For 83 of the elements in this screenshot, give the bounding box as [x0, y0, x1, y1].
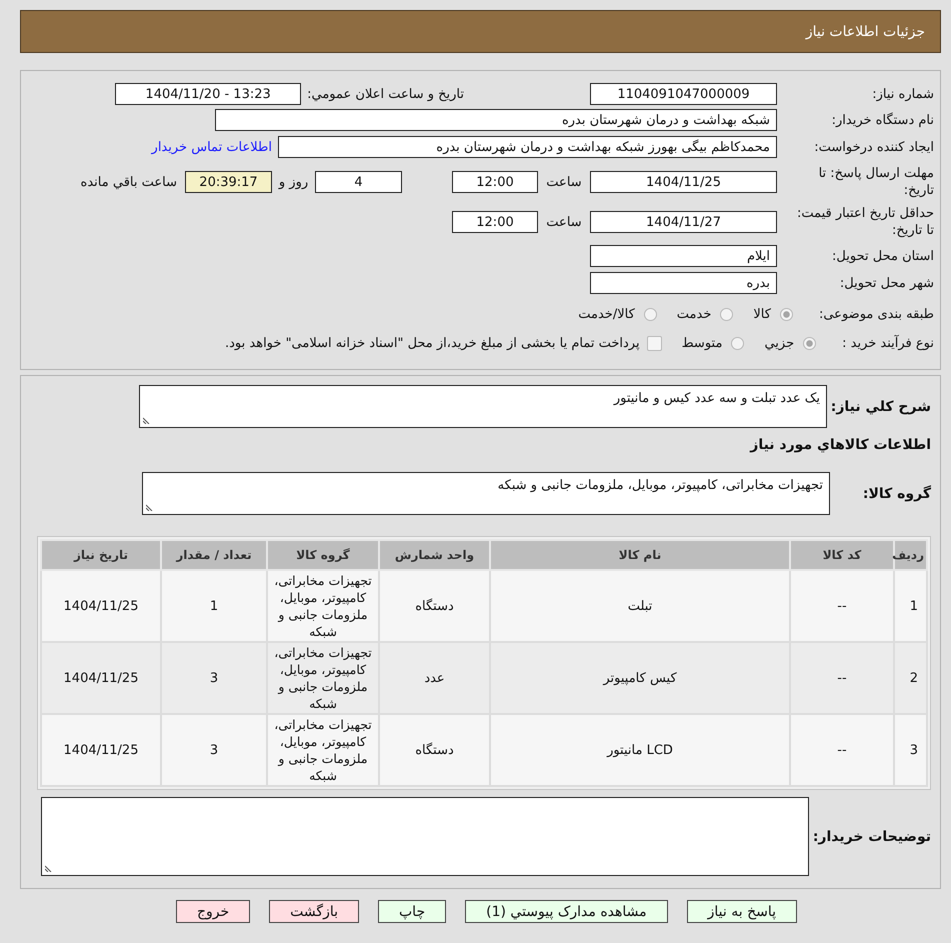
column-header: کد کالا	[790, 540, 894, 570]
time-label: ساعت	[545, 174, 583, 190]
field-label: نام دستگاه خریدار:	[830, 112, 934, 128]
resize-grip-icon[interactable]	[143, 417, 150, 424]
days-field[interactable]: 4	[315, 171, 402, 193]
column-header: تاریخ نیاز	[41, 540, 161, 570]
city-field[interactable]: بدره	[590, 272, 777, 294]
radio-button[interactable]	[731, 336, 744, 350]
radio-button[interactable]	[720, 308, 734, 320]
field-label: گروه کالا:	[862, 486, 931, 502]
table-cell: 2	[894, 642, 927, 714]
date-field[interactable]: 1404/11/25	[590, 171, 777, 193]
table-cell: کیس کامپیوتر	[490, 642, 790, 714]
need-number-field[interactable]: 1104091047000009	[590, 83, 777, 105]
field-label: توضیحات خریدار:	[812, 828, 931, 844]
column-header: تعداد / مقدار	[161, 540, 267, 570]
table-cell: تجهیزات مخابراتی، کامپیوتر، موبایل، ملزومات جانبی و شبکه	[267, 714, 379, 786]
table-cell: مانیتور LCD	[490, 714, 790, 786]
checkbox-label: پرداخت تمام یا بخشی از مبلغ خرید،از محل "اسناد خزانه اسلامی" خواهد بود.	[225, 336, 640, 350]
column-header: نام کالا	[490, 540, 790, 570]
time-field[interactable]: 12:00	[452, 211, 538, 233]
table-cell: 1404/11/25	[41, 642, 161, 714]
checkbox[interactable]	[646, 336, 662, 350]
summary-textarea[interactable]: یک عدد تبلت و سه عدد کیس و مانیتور	[139, 385, 827, 428]
field-label: طبقه بندی موضوعی:	[818, 306, 934, 322]
print-button[interactable]: چاپ	[378, 900, 446, 923]
field-label: مهلت ارسال پاسخ: تا تاریخ:	[818, 165, 934, 200]
radio-button[interactable]	[644, 308, 657, 320]
field-label: ایجاد کننده درخواست:	[813, 138, 934, 156]
exit-button[interactable]: خروج	[176, 900, 250, 923]
field-label: شماره نیاز:	[871, 86, 934, 102]
table-cell: 3	[894, 714, 927, 786]
notes-textarea[interactable]	[41, 797, 809, 876]
radio-label: خدمت	[676, 306, 712, 322]
table-cell: --	[790, 570, 894, 642]
table-cell: تبلت	[490, 570, 790, 642]
table-cell: 1404/11/25	[41, 570, 161, 642]
table-cell: 1	[161, 570, 267, 642]
radio-label: کالا	[753, 306, 771, 322]
field-label: نوع فرآیند خرید :	[842, 336, 934, 350]
table-cell: 3	[161, 642, 267, 714]
days-label: روز و	[277, 174, 310, 190]
announce-date-field[interactable]: 1404/11/20 - 13:23	[115, 83, 302, 105]
group-textarea[interactable]: تجهیزات مخابراتی، کامپیوتر، موبایل، ملزومات جانبی و شبکه	[142, 472, 830, 515]
radio-label: جزيي	[764, 336, 794, 350]
reply-button[interactable]: پاسخ به نیاز	[686, 900, 798, 923]
resize-grip-icon[interactable]	[45, 865, 52, 872]
buyer-field[interactable]: شبکه بهداشت و درمان شهرستان بدره	[215, 109, 777, 131]
radio-button[interactable]	[803, 336, 816, 350]
column-header: ردیف	[894, 540, 927, 570]
column-header: گروه کالا	[267, 540, 379, 570]
table-cell: --	[790, 714, 894, 786]
table-cell: تجهیزات مخابراتی، کامپیوتر، موبایل، ملزومات جانبی و شبکه	[267, 642, 379, 714]
creator-field[interactable]: محمدکاظم بیگی بهورز شبکه بهداشت و درمان شهرستان بدره	[278, 136, 777, 158]
radio-label: متوسط	[682, 336, 722, 350]
back-button[interactable]: بازگشت	[269, 900, 359, 923]
time-field[interactable]: 12:00	[452, 171, 538, 193]
attachments-button[interactable]: مشاهده مدارک پیوستي (1)	[465, 900, 668, 923]
table-cell: 1404/11/25	[41, 714, 161, 786]
province-field[interactable]: ایلام	[590, 245, 777, 267]
radio-label: کالا/خدمت	[578, 306, 635, 322]
field-label: تاریخ و ساعت اعلان عمومي:	[307, 86, 464, 102]
field-label: شهر محل تحویل:	[838, 274, 934, 292]
table-cell: عدد	[379, 642, 490, 714]
table-cell: 1	[894, 570, 927, 642]
contact-link[interactable]: اطلاعات تماس خریدار	[152, 140, 272, 154]
remaining-label: ساعت باقي مانده	[80, 174, 177, 190]
table-cell: 3	[161, 714, 267, 786]
field-label: استان محل تحویل:	[831, 248, 934, 264]
column-header: واحد شمارش	[379, 540, 490, 570]
date-field[interactable]: 1404/11/27	[590, 211, 777, 233]
table-cell: دستگاه	[379, 570, 490, 642]
time-label: ساعت	[545, 214, 583, 230]
page-title: جزئیات اطلاعات نیاز	[806, 24, 925, 40]
resize-grip-icon[interactable]	[146, 504, 153, 511]
radio-button[interactable]	[780, 308, 793, 320]
table-cell: دستگاه	[379, 714, 490, 786]
field-label: شرح کلي نیاز:	[830, 398, 931, 414]
section-title: اطلاعات کالاهاي مورد نياز	[748, 436, 931, 455]
field-label: حداقل تاریخ اعتبار قیمت: تا تاریخ:	[796, 205, 934, 240]
remaining-time-field[interactable]: 20:39:17	[185, 171, 272, 193]
table-cell: تجهیزات مخابراتی، کامپیوتر، موبایل، ملزومات جانبی و شبکه	[267, 570, 379, 642]
table-cell: --	[790, 642, 894, 714]
